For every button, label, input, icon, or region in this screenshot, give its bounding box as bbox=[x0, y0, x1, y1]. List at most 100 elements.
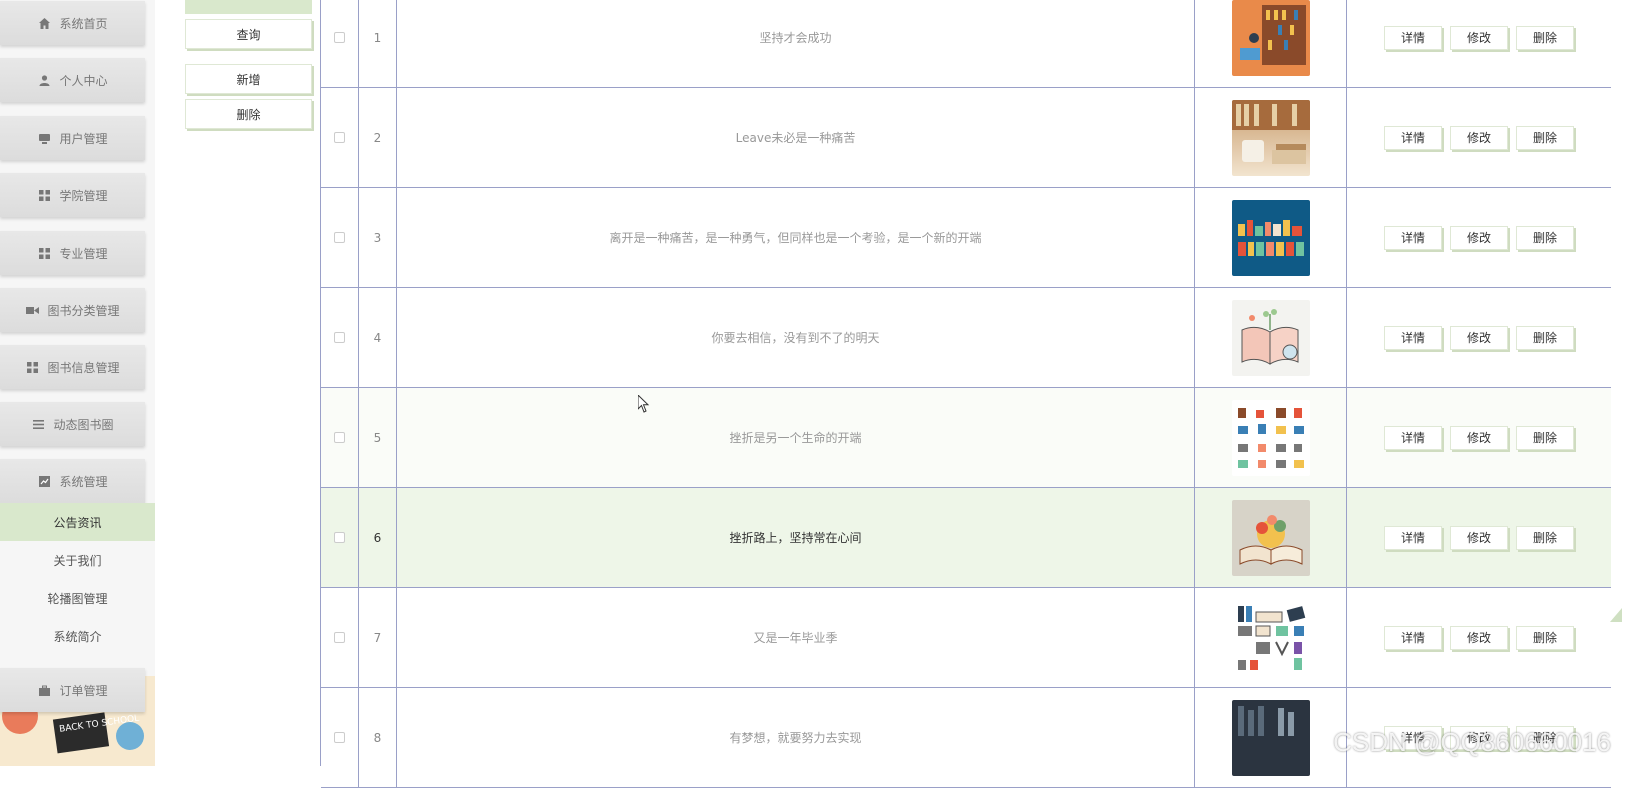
submenu-label: 关于我们 bbox=[53, 552, 101, 569]
sidebar-item-label: 学院管理 bbox=[59, 187, 107, 204]
scroll-corner-marker bbox=[1610, 608, 1622, 622]
sidebar-item-majors[interactable]: 专业管理 bbox=[0, 231, 145, 275]
row-image-cell bbox=[1195, 488, 1347, 587]
submenu-item-about-us[interactable]: 关于我们 bbox=[0, 541, 155, 579]
row-checkbox-cell bbox=[321, 588, 359, 687]
row-image-cell bbox=[1195, 88, 1347, 187]
detail-button[interactable]: 详情 bbox=[1384, 626, 1442, 650]
row-actions: 详情 修改 删除 bbox=[1347, 88, 1611, 187]
detail-button[interactable]: 详情 bbox=[1384, 126, 1442, 150]
detail-button[interactable]: 详情 bbox=[1384, 426, 1442, 450]
edit-button[interactable]: 修改 bbox=[1450, 526, 1508, 550]
detail-button[interactable]: 详情 bbox=[1384, 526, 1442, 550]
edit-button[interactable]: 修改 bbox=[1450, 26, 1508, 50]
chart-icon bbox=[37, 476, 51, 487]
row-title: 又是一年毕业季 bbox=[397, 588, 1195, 687]
row-checkbox[interactable] bbox=[334, 32, 345, 43]
row-image-cell bbox=[1195, 388, 1347, 487]
row-actions: 详情 修改 删除 bbox=[1347, 0, 1611, 87]
row-actions: 详情 修改 删除 bbox=[1347, 388, 1611, 487]
delete-button[interactable]: 删除 bbox=[1516, 226, 1574, 250]
row-actions: 详情 修改 删除 bbox=[1347, 488, 1611, 587]
detail-button[interactable]: 详情 bbox=[1384, 26, 1442, 50]
row-checkbox[interactable] bbox=[334, 632, 345, 643]
user-icon bbox=[37, 75, 51, 86]
grid-icon bbox=[37, 248, 51, 259]
row-title: Leave未必是一种痛苦 bbox=[397, 88, 1195, 187]
delete-button[interactable]: 删除 bbox=[1516, 526, 1574, 550]
sidebar-item-profile[interactable]: 个人中心 bbox=[0, 58, 145, 102]
dark-bookshelf-photo bbox=[1232, 700, 1310, 776]
book-icons-grid bbox=[1232, 400, 1310, 476]
row-index: 3 bbox=[359, 188, 397, 287]
table-row: 6 挫折路上，坚持常在心间 详情 修改 删除 bbox=[321, 488, 1611, 588]
sidebar-item-orders[interactable]: 订单管理 bbox=[0, 668, 145, 712]
row-title: 有梦想，就要努力去实现 bbox=[397, 688, 1195, 787]
announcement-table: 1 坚持才会成功 详情 修改 删除 2 Leave未必是一种痛苦 详情 修改 删… bbox=[320, 0, 1610, 766]
row-checkbox-cell bbox=[321, 0, 359, 87]
row-actions: 详情 修改 删除 bbox=[1347, 588, 1611, 687]
query-button[interactable]: 查询 bbox=[185, 19, 312, 49]
briefcase-icon bbox=[37, 685, 51, 696]
row-checkbox[interactable] bbox=[334, 732, 345, 743]
submenu-item-carousel[interactable]: 轮播图管理 bbox=[0, 579, 155, 617]
sidebar: 系统首页 个人中心 用户管理 学院管理 专业管理 图书分类管理 图书信息管理 bbox=[0, 0, 155, 766]
row-index: 7 bbox=[359, 588, 397, 687]
sidebar-item-label: 动态图书圈 bbox=[53, 416, 113, 433]
detail-button[interactable]: 详情 bbox=[1384, 326, 1442, 350]
watermark-text: CSDN @QQ860660016 bbox=[1333, 727, 1611, 758]
row-index: 1 bbox=[359, 0, 397, 87]
delete-button[interactable]: 删除 bbox=[1516, 126, 1574, 150]
mouse-cursor-icon bbox=[638, 395, 650, 417]
row-checkbox-cell bbox=[321, 188, 359, 287]
sidebar-item-book-circle[interactable]: 动态图书圈 bbox=[0, 402, 145, 446]
edit-button[interactable]: 修改 bbox=[1450, 626, 1508, 650]
grid-icon bbox=[25, 362, 39, 373]
table-row: 7 又是一年毕业季 详情 修改 删除 bbox=[321, 588, 1611, 688]
delete-button[interactable]: 删除 bbox=[1516, 426, 1574, 450]
sidebar-item-users[interactable]: 用户管理 bbox=[0, 116, 145, 160]
delete-button[interactable]: 删除 bbox=[1516, 626, 1574, 650]
sidebar-item-book-categories[interactable]: 图书分类管理 bbox=[0, 288, 145, 332]
sidebar-item-label: 图书分类管理 bbox=[47, 302, 119, 319]
sidebar-item-label: 专业管理 bbox=[59, 245, 107, 262]
row-checkbox-cell bbox=[321, 288, 359, 387]
sidebar-item-home[interactable]: 系统首页 bbox=[0, 1, 145, 45]
action-panel-top-bar bbox=[185, 0, 312, 14]
sidebar-item-label: 个人中心 bbox=[59, 72, 107, 89]
sidebar-item-book-info[interactable]: 图书信息管理 bbox=[0, 345, 145, 389]
grid-icon bbox=[37, 190, 51, 201]
row-checkbox[interactable] bbox=[334, 132, 345, 143]
batch-delete-button[interactable]: 删除 bbox=[185, 99, 312, 129]
submenu-label: 公告资讯 bbox=[53, 514, 101, 531]
sidebar-item-system[interactable]: 系统管理 bbox=[0, 459, 145, 503]
table-row: 1 坚持才会成功 详情 修改 删除 bbox=[321, 0, 1611, 88]
row-image-cell bbox=[1195, 188, 1347, 287]
submenu-item-announcements[interactable]: 公告资讯 bbox=[0, 503, 155, 541]
edit-button[interactable]: 修改 bbox=[1450, 326, 1508, 350]
add-button[interactable]: 新增 bbox=[185, 64, 312, 94]
table-row: 2 Leave未必是一种痛苦 详情 修改 删除 bbox=[321, 88, 1611, 188]
row-image-cell bbox=[1195, 588, 1347, 687]
row-checkbox-cell bbox=[321, 388, 359, 487]
delete-button[interactable]: 删除 bbox=[1516, 26, 1574, 50]
sidebar-item-label: 系统管理 bbox=[59, 473, 107, 490]
submenu-item-system-intro[interactable]: 系统简介 bbox=[0, 617, 155, 655]
row-checkbox[interactable] bbox=[334, 232, 345, 243]
edit-button[interactable]: 修改 bbox=[1450, 426, 1508, 450]
row-checkbox[interactable] bbox=[334, 432, 345, 443]
row-checkbox[interactable] bbox=[334, 532, 345, 543]
table-row: 3 离开是一种痛苦，是一种勇气，但同样也是一个考验，是一个新的开端 详情 修改 … bbox=[321, 188, 1611, 288]
delete-button[interactable]: 删除 bbox=[1516, 326, 1574, 350]
books-collection-illustration bbox=[1232, 600, 1310, 676]
edit-button[interactable]: 修改 bbox=[1450, 126, 1508, 150]
edit-button[interactable]: 修改 bbox=[1450, 226, 1508, 250]
home-icon bbox=[37, 18, 51, 29]
sidebar-item-label: 图书信息管理 bbox=[47, 359, 119, 376]
detail-button[interactable]: 详情 bbox=[1384, 226, 1442, 250]
row-title: 你要去相信，没有到不了的明天 bbox=[397, 288, 1195, 387]
sidebar-item-label: 用户管理 bbox=[59, 130, 107, 147]
sidebar-item-colleges[interactable]: 学院管理 bbox=[0, 173, 145, 217]
row-checkbox-cell bbox=[321, 688, 359, 787]
row-checkbox[interactable] bbox=[334, 332, 345, 343]
